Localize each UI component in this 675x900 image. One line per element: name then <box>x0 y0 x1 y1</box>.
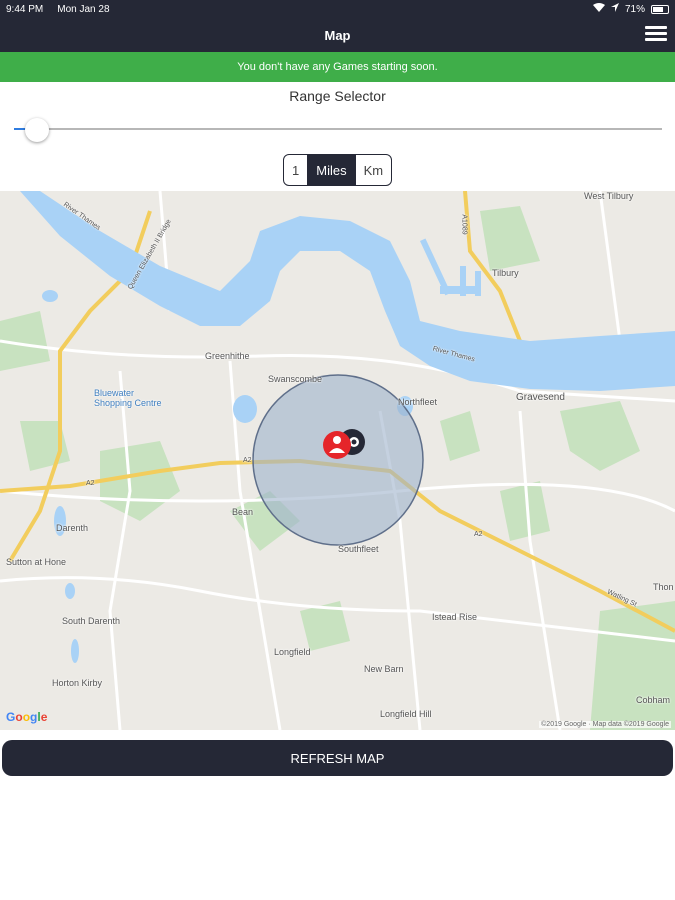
nav-bar: Map <box>0 18 675 52</box>
unit-miles-button[interactable]: Miles <box>308 155 355 185</box>
map-label: Sutton at Hone <box>6 557 67 567</box>
map-label: Southfleet <box>338 544 379 554</box>
google-logo: Google <box>6 710 48 724</box>
refresh-map-button[interactable]: REFRESH MAP <box>2 740 673 776</box>
map-label: Greenhithe <box>205 351 250 361</box>
wifi-icon <box>592 3 605 15</box>
map-view[interactable]: West Tilbury Tilbury River Thames River … <box>0 191 675 730</box>
status-bar: 9:44 PM Mon Jan 28 71% <box>0 0 675 18</box>
map-label: Bean <box>232 507 254 517</box>
map-label: Darenth <box>56 523 89 533</box>
map-label: West Tilbury <box>584 191 634 201</box>
status-date: Mon Jan 28 <box>57 3 110 15</box>
road-label: A2 <box>474 531 483 538</box>
hamburger-menu-icon[interactable] <box>645 23 667 45</box>
road-label: A2 <box>243 457 252 464</box>
status-time: 9:44 PM <box>6 3 44 15</box>
map-label: Longfield Hill <box>380 709 432 719</box>
games-notice-banner: You don't have any Games starting soon. <box>0 52 675 82</box>
slider-track <box>14 128 662 130</box>
battery-percent: 71% <box>624 3 645 15</box>
unit-km-button[interactable]: Km <box>354 155 391 185</box>
banner-text: You don't have any Games starting soon. <box>237 61 438 73</box>
range-value: 1 <box>284 155 309 185</box>
map-label: Horton Kirby <box>52 678 103 688</box>
map-attribution: ©2019 Google · Map data ©2019 Google <box>539 721 671 728</box>
map-label: Swanscombe <box>268 374 323 384</box>
map-label: Tilbury <box>492 268 519 278</box>
battery-icon <box>651 4 669 14</box>
road-label: A1089 <box>460 214 468 235</box>
map-label: Gravesend <box>516 392 565 403</box>
map-label: Bluewater Shopping Centre <box>94 388 162 408</box>
page-title: Map <box>324 27 351 43</box>
unit-toggle: 1 Miles Km <box>283 154 393 186</box>
map-label: Northfleet <box>398 397 438 407</box>
range-slider[interactable] <box>14 118 662 142</box>
road-label: A2 <box>86 480 95 487</box>
range-selector-title: Range Selector <box>289 88 386 104</box>
map-label: South Darenth <box>62 616 121 626</box>
map-label: Longfield <box>274 647 311 657</box>
map-label: Thon <box>653 582 674 592</box>
map-label: New Barn <box>364 664 404 674</box>
map-label: Cobham <box>636 695 671 705</box>
map-label: Istead Rise <box>432 612 478 622</box>
map-background <box>0 191 675 730</box>
location-icon <box>610 3 619 15</box>
slider-thumb[interactable] <box>24 118 49 142</box>
